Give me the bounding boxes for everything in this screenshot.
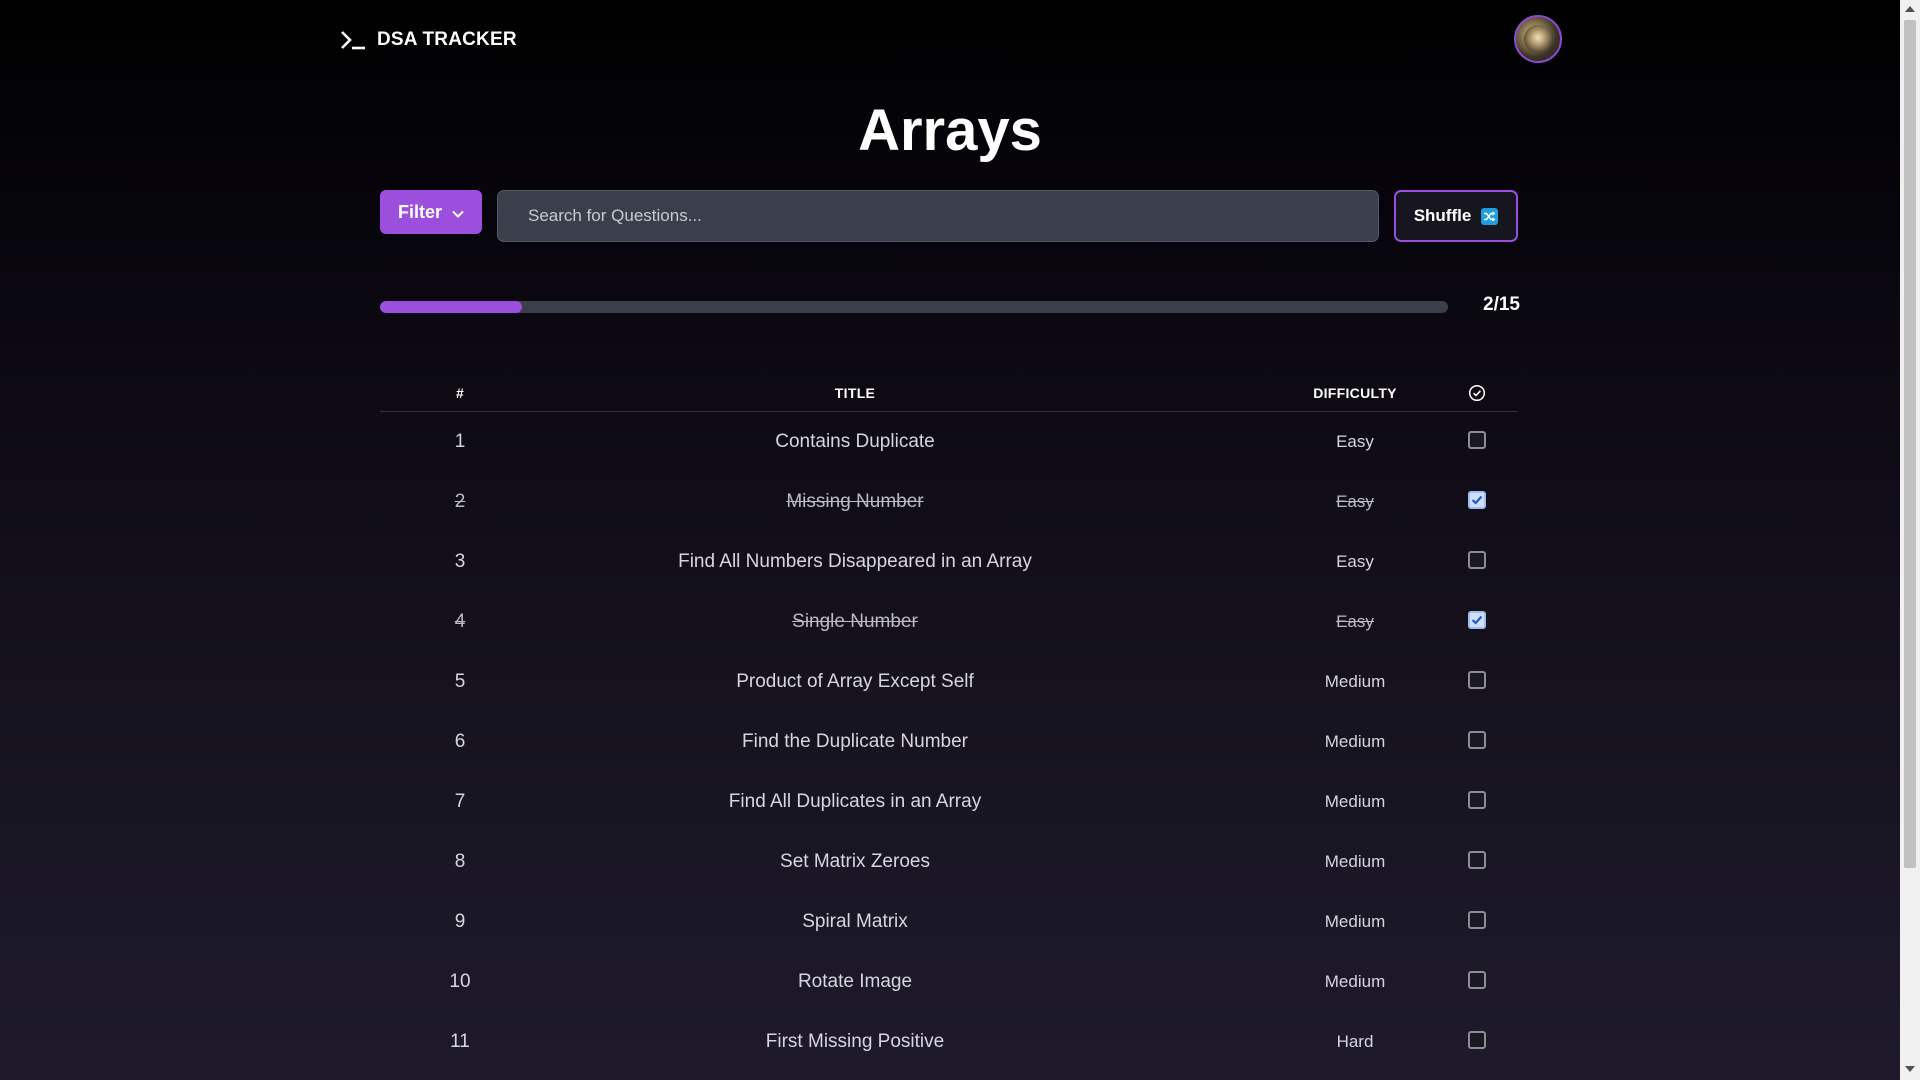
- table-row: 10 Rotate Image Medium: [380, 952, 1518, 1012]
- filter-button[interactable]: Filter: [380, 190, 482, 234]
- completed-checkbox[interactable]: [1468, 671, 1486, 689]
- row-difficulty: Medium: [1324, 912, 1386, 931]
- table-row: 9 Spiral Matrix Medium: [380, 892, 1518, 952]
- row-number: 9: [454, 911, 466, 932]
- completed-checkbox[interactable]: [1468, 731, 1486, 749]
- avatar[interactable]: [1514, 15, 1562, 63]
- search-placeholder: Search for Questions...: [528, 206, 702, 225]
- row-difficulty: Medium: [1324, 852, 1386, 871]
- shuffle-button-label: Shuffle: [1413, 206, 1472, 225]
- progress-fill: [380, 301, 523, 313]
- scroll-thumb[interactable]: [1904, 20, 1916, 868]
- shuffle-icon: [1481, 207, 1499, 225]
- row-title[interactable]: Find the Duplicate Number: [605, 731, 1105, 753]
- scroll-up-arrow-icon[interactable]: [1905, 6, 1915, 12]
- row-number: 2: [454, 491, 466, 512]
- row-difficulty: Easy: [1336, 492, 1374, 511]
- table-row: 3 Find All Numbers Disappeared in an Arra…: [380, 532, 1518, 592]
- completed-checkbox[interactable]: [1468, 431, 1486, 449]
- row-difficulty: Easy: [1336, 552, 1374, 571]
- table-row: 2 Missing Number Easy: [380, 472, 1518, 532]
- scrollbar[interactable]: [1900, 0, 1920, 1080]
- completed-checkbox[interactable]: [1468, 1031, 1486, 1049]
- completed-checkbox[interactable]: [1468, 791, 1486, 809]
- row-title[interactable]: Set Matrix Zeroes: [605, 851, 1105, 873]
- row-difficulty: Easy: [1336, 432, 1374, 451]
- completed-checkbox[interactable]: [1468, 491, 1486, 509]
- row-title[interactable]: Find All Duplicates in an Array: [605, 791, 1105, 813]
- row-title[interactable]: Missing Number: [605, 491, 1105, 513]
- row-number: 1: [454, 431, 466, 452]
- table-body: 1 Contains Duplicate Easy 2 Missing Number Ea…: [380, 412, 1518, 1072]
- row-title[interactable]: Product of Array Except Self: [605, 671, 1105, 693]
- progress-count: 2/15: [1483, 294, 1520, 315]
- row-number: 5: [454, 671, 466, 692]
- header-difficulty: DIFFICULTY: [1313, 385, 1397, 401]
- row-number: 3: [454, 551, 466, 572]
- row-difficulty: Medium: [1324, 732, 1386, 751]
- row-difficulty: Medium: [1324, 972, 1386, 991]
- row-number: 6: [454, 731, 466, 752]
- table-row: 6 Find the Duplicate Number Medium: [380, 712, 1518, 772]
- table-header: # TITLE DIFFICULTY: [380, 375, 1518, 412]
- check-circle-icon: [1457, 384, 1497, 402]
- search-input[interactable]: Search for Questions...: [497, 190, 1379, 242]
- brand-name: DSA TRACKER: [377, 29, 517, 50]
- questions-table: # TITLE DIFFICULTY 1 Contains Duplicate Ea…: [380, 375, 1518, 1072]
- page-title: Arrays: [858, 98, 1042, 163]
- row-title[interactable]: Spiral Matrix: [605, 911, 1105, 933]
- completed-checkbox[interactable]: [1468, 851, 1486, 869]
- scroll-down-arrow-icon[interactable]: [1905, 1066, 1915, 1072]
- chevron-down-icon: [452, 202, 464, 223]
- row-title[interactable]: Single Number: [605, 611, 1105, 633]
- row-title[interactable]: Rotate Image: [605, 971, 1105, 993]
- row-title[interactable]: Contains Duplicate: [605, 431, 1105, 453]
- brand[interactable]: DSA TRACKER: [339, 26, 517, 54]
- row-difficulty: Hard: [1336, 1032, 1374, 1051]
- page: DSA TRACKER Arrays Filter Search for Que…: [0, 0, 1900, 1080]
- row-title[interactable]: First Missing Positive: [605, 1031, 1105, 1053]
- table-row: 8 Set Matrix Zeroes Medium: [380, 832, 1518, 892]
- row-number: 4: [454, 611, 466, 632]
- table-row: 11 First Missing Positive Hard: [380, 1012, 1518, 1072]
- terminal-icon: [339, 26, 367, 54]
- row-number: 8: [454, 851, 466, 872]
- row-title[interactable]: Find All Numbers Disappeared in an Array: [605, 551, 1105, 573]
- table-row: 5 Product of Array Except Self Medium: [380, 652, 1518, 712]
- row-difficulty: Easy: [1336, 612, 1374, 631]
- header-number: #: [455, 385, 465, 401]
- header-title: TITLE: [834, 385, 876, 401]
- completed-checkbox[interactable]: [1468, 971, 1486, 989]
- progress-bar: [380, 301, 1448, 313]
- row-number: 11: [450, 1031, 470, 1052]
- shuffle-button[interactable]: Shuffle: [1394, 190, 1518, 242]
- completed-checkbox[interactable]: [1468, 911, 1486, 929]
- row-number: 7: [454, 791, 466, 812]
- completed-checkbox[interactable]: [1468, 611, 1486, 629]
- row-difficulty: Medium: [1324, 672, 1386, 691]
- table-row: 4 Single Number Easy: [380, 592, 1518, 652]
- table-row: 1 Contains Duplicate Easy: [380, 412, 1518, 472]
- row-difficulty: Medium: [1324, 792, 1386, 811]
- filter-button-label: Filter: [397, 201, 442, 222]
- table-row: 7 Find All Duplicates in an Array Medium: [380, 772, 1518, 832]
- row-number: 10: [449, 971, 471, 992]
- completed-checkbox[interactable]: [1468, 551, 1486, 569]
